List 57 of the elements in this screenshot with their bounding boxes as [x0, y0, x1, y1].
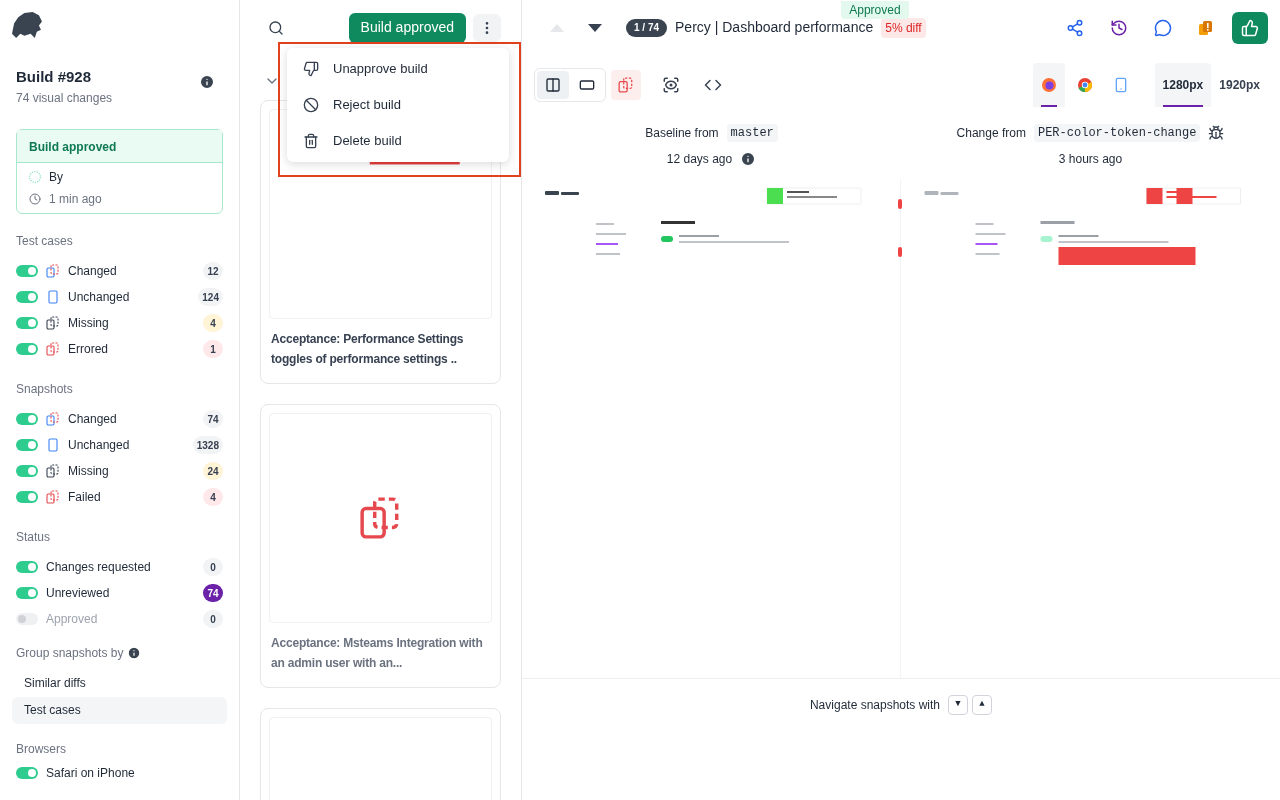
source-label: Change from: [956, 125, 1026, 142]
branch-name: PER-color-token-change: [1033, 124, 1201, 142]
keyboard-key: ▼: [948, 695, 969, 715]
width-tab[interactable]: 1280px: [1154, 63, 1212, 107]
snapshot-heading: Percy | Dashboard performance: [675, 18, 874, 37]
status-label: Approved: [841, 0, 909, 19]
approval-title: Build approved: [29, 139, 117, 154]
count-badge: 12: [203, 262, 223, 280]
filter-label: Approved: [46, 611, 99, 628]
group-option[interactable]: Test cases: [12, 696, 227, 724]
filter-label: Changed: [68, 263, 118, 280]
position-badge: 1 / 74: [626, 18, 668, 37]
filter-label: Changed: [68, 411, 118, 428]
count-badge: 124: [198, 288, 223, 306]
build-title: Build #928: [16, 67, 93, 87]
footer-text: Navigate snapshots with: [809, 697, 941, 714]
count-badge: 74: [203, 410, 223, 428]
menu-label: Delete build: [333, 132, 402, 151]
filter-label: Unchanged: [68, 437, 131, 454]
count-badge: 0: [203, 558, 223, 576]
width-tab[interactable]: 1920px: [1211, 63, 1268, 107]
section-heading: Status: [16, 528, 52, 546]
count-badge: 4: [203, 314, 223, 332]
menu-item[interactable]: Unapprove build: [287, 51, 509, 87]
snapshot-title: Acceptance: Performance Settings toggles of performance settings ..: [270, 331, 465, 368]
filter-label: Safari on iPhone: [46, 764, 135, 782]
count-badge: 1: [203, 340, 223, 358]
count-badge: 4: [203, 488, 223, 506]
snapshot-card[interactable]: Acceptance: Msteams Integration with an admin user with an...: [260, 404, 501, 688]
count-badge: 1328: [192, 436, 223, 454]
source-time: 3 hours ago: [1058, 151, 1123, 168]
snapshot-title: Acceptance: Msteams Integration with an admin user with an...: [270, 635, 484, 672]
keyboard-key: ▲: [972, 695, 993, 715]
diff-badge: 5% diff: [881, 17, 926, 38]
section-heading: Browsers: [16, 740, 67, 758]
build-subtitle: 74 visual changes: [16, 89, 113, 107]
section-heading: Group snapshots by: [16, 644, 124, 662]
count-badge: 24: [203, 462, 223, 480]
branch-name: master: [726, 124, 778, 142]
count-badge: 0: [203, 610, 223, 628]
section-heading: Snapshots: [16, 380, 74, 398]
approved-by: By: [49, 168, 63, 186]
source-label: Baseline from: [645, 125, 719, 142]
filter-label: Failed: [68, 489, 102, 506]
filter-label: Unchanged: [68, 289, 131, 306]
filter-label: Errored: [68, 341, 109, 358]
section-heading: Test cases: [16, 232, 74, 250]
menu-label: Unapprove build: [333, 60, 428, 79]
approve-button[interactable]: Build approved: [348, 12, 466, 43]
approval-time: 1 min ago: [49, 190, 102, 208]
filter-label: Changes requested: [46, 559, 152, 576]
filter-label: Missing: [68, 315, 110, 332]
filter-label: Unreviewed: [46, 585, 111, 602]
count-badge: 74: [203, 584, 223, 602]
filter-label: Missing: [68, 463, 110, 480]
group-option[interactable]: Similar diffs: [12, 669, 227, 697]
source-time: 12 days ago: [666, 151, 733, 168]
